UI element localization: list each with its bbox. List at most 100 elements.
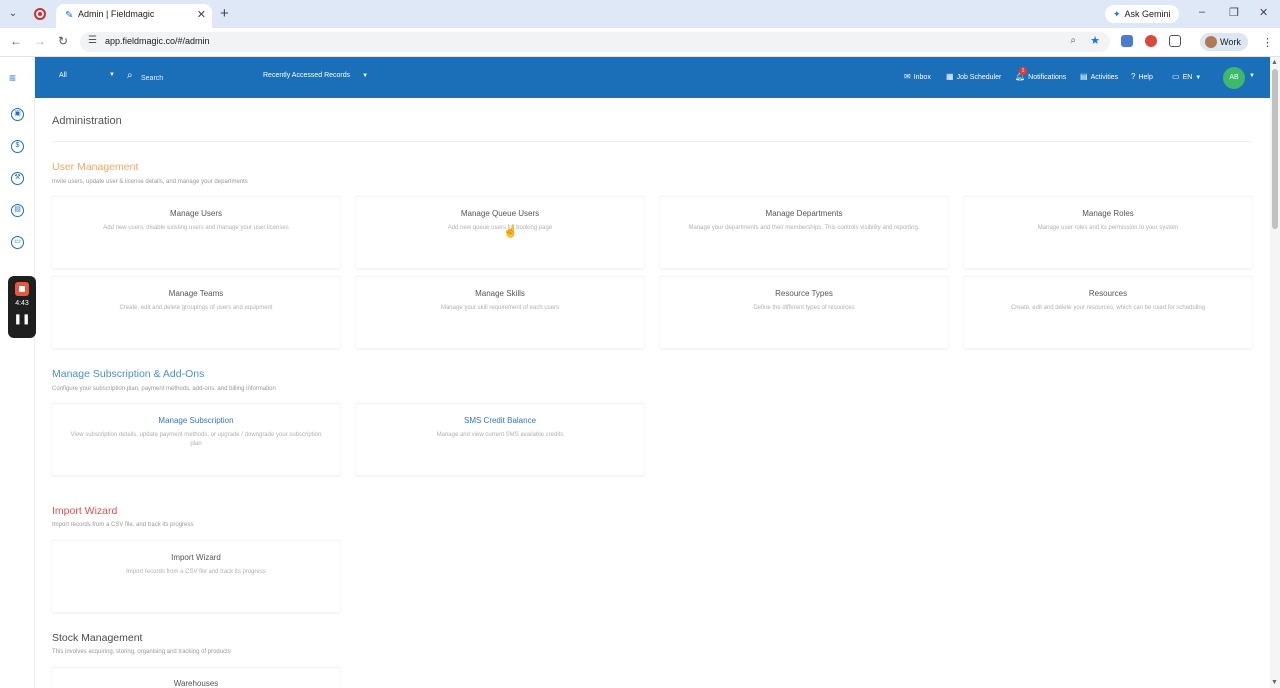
recording-timer: 4:43 bbox=[15, 300, 29, 307]
language-label: EN bbox=[1182, 74, 1193, 81]
app-left-rail: ≡ ▣ $ ⚒ ▤ ▭ bbox=[0, 57, 35, 688]
card-title: Manage Subscription bbox=[158, 416, 234, 425]
zoom-magnifier-icon[interactable]: ⌕ bbox=[1070, 35, 1076, 46]
restore-window-button[interactable]: ❐ bbox=[1229, 6, 1239, 19]
card-title: Manage Queue Users bbox=[460, 209, 540, 218]
tab-admin-fieldmagic[interactable]: ✎ Admin | Fieldmagic ✕ bbox=[56, 4, 212, 28]
browser-toolbar: ← → ↻ ☰ app.fieldmagic.co/#/admin ⌕ ★ bbox=[0, 28, 1280, 57]
browser-tabstrip: ⌄ ✎ Admin | Fieldmagic ✕ + ✦ Ask Gemini –… bbox=[0, 0, 1280, 28]
section-desc-stock-management: This involves acquiring, storing, organi… bbox=[52, 649, 231, 655]
job-scheduler-label: Job Scheduler bbox=[956, 74, 1002, 81]
stop-recording-button[interactable] bbox=[15, 282, 29, 296]
card-description: Manage your skill requirement of each us… bbox=[440, 305, 560, 311]
gemini-sparkle-icon: ✦ bbox=[1113, 9, 1121, 19]
recorder-extension-icon[interactable] bbox=[1145, 35, 1157, 47]
card-title: Warehouses bbox=[173, 679, 219, 688]
page-scrollbar[interactable]: ▲ ▼ bbox=[1270, 57, 1280, 688]
tab-close-icon[interactable]: ✕ bbox=[197, 8, 206, 21]
profile-chip[interactable]: Work bbox=[1200, 33, 1248, 51]
calendar-icon: ▦ bbox=[946, 72, 954, 81]
notifications-badge: 1 bbox=[1019, 67, 1027, 75]
question-icon: ? bbox=[1131, 72, 1136, 81]
close-window-button[interactable]: ✕ bbox=[1259, 6, 1268, 19]
billing-dollar-icon[interactable]: $ bbox=[11, 140, 24, 153]
inbox-link[interactable]: ✉ Inbox bbox=[904, 72, 931, 81]
jobs-wrench-icon[interactable]: ⚒ bbox=[11, 172, 24, 185]
fieldmagic-favicon-icon: ✎ bbox=[65, 10, 74, 21]
recently-accessed-records-dropdown[interactable]: Recently Accessed Records ▼ bbox=[263, 72, 368, 79]
card-resources[interactable]: Resources Create, edit and delete your r… bbox=[964, 276, 1252, 348]
section-title-subscription: Manage Subscription & Add-Ons bbox=[52, 368, 205, 380]
pause-recording-icon[interactable]: ❚❚ bbox=[8, 314, 36, 325]
records-icon[interactable]: ▣ bbox=[11, 108, 24, 121]
activities-link[interactable]: ▤ Activities bbox=[1080, 72, 1118, 81]
back-arrow-icon[interactable]: ← bbox=[10, 34, 22, 48]
user-avatar[interactable]: AB bbox=[1223, 67, 1245, 89]
forward-arrow-icon[interactable]: → bbox=[34, 34, 46, 48]
site-info-icon[interactable]: ☰ bbox=[88, 35, 97, 46]
address-bar[interactable]: ☰ app.fieldmagic.co/#/admin ⌕ ★ bbox=[80, 32, 1110, 52]
divider bbox=[52, 141, 1252, 142]
app-top-bar: All ▼ ⌕ Recently Accessed Records ▼ ✉Inbo… bbox=[35, 57, 1270, 98]
section-title-user-management: User Management bbox=[52, 161, 139, 173]
card-resource-types[interactable]: Resource Types Define the different type… bbox=[660, 276, 948, 348]
extension-icon[interactable] bbox=[1121, 35, 1133, 47]
card-warehouses[interactable]: Warehouses bbox=[52, 667, 340, 688]
search-scope-value: All bbox=[59, 72, 67, 79]
card-title: Resource Types bbox=[775, 289, 833, 298]
new-tab-button[interactable]: + bbox=[220, 5, 229, 22]
search-scope-select[interactable]: All ▼ bbox=[59, 72, 115, 79]
language-selector[interactable]: ▭ EN ▼ bbox=[1172, 72, 1201, 81]
bookmark-star-icon[interactable]: ★ bbox=[1090, 34, 1100, 47]
section-desc-import-wizard: Import records from a CSV file, and trac… bbox=[52, 522, 194, 528]
chevron-down-icon[interactable]: ▼ bbox=[1249, 73, 1255, 79]
recording-tab-icon[interactable] bbox=[34, 8, 46, 20]
card-description: View subscription details, update paymen… bbox=[70, 432, 322, 447]
card-description: Create, edit and delete your resources, … bbox=[1010, 305, 1206, 311]
hamburger-menu-icon[interactable]: ≡ bbox=[9, 71, 16, 85]
card-manage-queue-users[interactable]: Manage Queue Users Add new queue users f… bbox=[356, 196, 644, 268]
card-description: Import records from a CSV file and track… bbox=[126, 569, 266, 575]
section-title-stock-management: Stock Management bbox=[52, 632, 143, 644]
card-description: Define the different types of resources bbox=[753, 305, 855, 311]
card-description: Manage your departments and their member… bbox=[688, 225, 920, 231]
scroll-up-arrow-icon[interactable]: ▲ bbox=[1271, 59, 1278, 66]
profile-label: Work bbox=[1220, 37, 1241, 47]
browser-menu-icon[interactable]: ⋮ bbox=[1262, 36, 1273, 49]
card-manage-subscription[interactable]: Manage Subscription View subscription de… bbox=[52, 403, 340, 475]
reload-icon[interactable]: ↻ bbox=[58, 34, 68, 48]
card-title: Manage Roles bbox=[1082, 209, 1134, 218]
card-manage-departments[interactable]: Manage Departments Manage your departmen… bbox=[660, 196, 948, 268]
stock-icon[interactable]: ▭ bbox=[11, 236, 24, 249]
card-sms-credit-balance[interactable]: SMS Credit Balance Manage and view curre… bbox=[356, 403, 644, 475]
card-title: Resources bbox=[1088, 289, 1128, 298]
card-title: Manage Teams bbox=[168, 289, 224, 298]
card-description: Manage and view current SMS available cr… bbox=[436, 432, 564, 438]
search-icon: ⌕ bbox=[127, 70, 133, 81]
hand-pointer-cursor-icon: ☝ bbox=[503, 224, 518, 238]
tab-title: Admin | Fieldmagic bbox=[78, 9, 155, 19]
card-manage-users[interactable]: Manage Users Add new users, disable exis… bbox=[52, 196, 340, 268]
job-scheduler-link[interactable]: ▦ Job Scheduler bbox=[946, 72, 1001, 81]
card-title: Manage Departments bbox=[765, 209, 843, 218]
minimize-window-button[interactable]: – bbox=[1199, 6, 1205, 18]
scroll-thumb[interactable] bbox=[1272, 69, 1278, 229]
card-import-wizard[interactable]: Import Wizard Import records from a CSV … bbox=[52, 540, 340, 612]
extensions-puzzle-icon[interactable] bbox=[1169, 35, 1181, 47]
global-search-input[interactable] bbox=[141, 71, 251, 85]
tab-search-chevron-icon[interactable]: ⌄ bbox=[6, 7, 20, 21]
card-manage-teams[interactable]: Manage Teams Create, edit and delete gro… bbox=[52, 276, 340, 348]
section-title-import-wizard: Import Wizard bbox=[52, 505, 118, 517]
card-description: Add new users, disable existing users an… bbox=[103, 225, 289, 231]
section-desc-user-management: Invite users, update user & license deta… bbox=[52, 179, 248, 185]
ask-gemini-label: Ask Gemini bbox=[1124, 9, 1171, 19]
activities-calendar-icon: ▤ bbox=[1080, 72, 1088, 81]
card-title: Manage Skills bbox=[475, 289, 525, 298]
card-manage-skills[interactable]: Manage Skills Manage your skill requirem… bbox=[356, 276, 644, 348]
help-link[interactable]: ? Help bbox=[1131, 72, 1153, 81]
assets-icon[interactable]: ▤ bbox=[11, 204, 24, 217]
scroll-down-arrow-icon[interactable]: ▼ bbox=[1271, 679, 1278, 686]
ask-gemini-button[interactable]: ✦ Ask Gemini bbox=[1105, 5, 1179, 23]
notifications-link[interactable]: 🔔︎ 1 Notifications bbox=[1015, 67, 1066, 81]
card-manage-roles[interactable]: Manage Roles Manage user roles and its p… bbox=[964, 196, 1252, 268]
